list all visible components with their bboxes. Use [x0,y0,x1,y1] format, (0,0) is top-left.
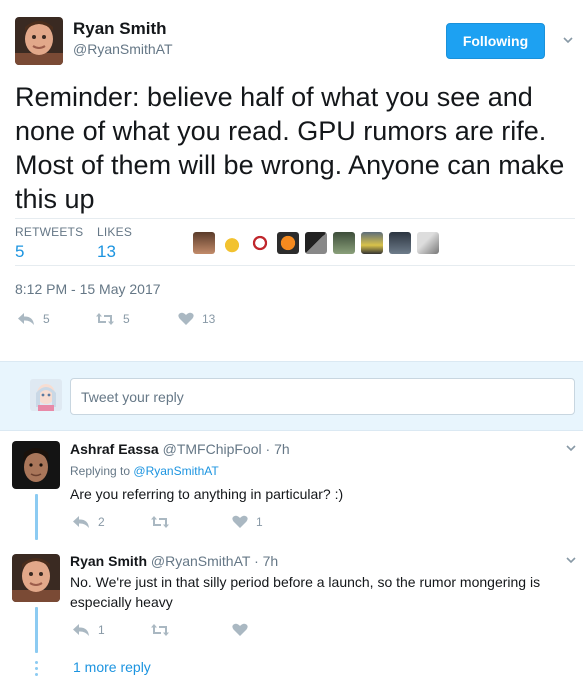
retweet-icon [151,516,169,528]
reply-header: Ashraf Eassa @TMFChipFool · 7h [70,441,290,457]
more-replies-link[interactable]: 1 more reply [73,659,151,675]
heart-icon [232,515,248,528]
tweet-timestamp[interactable]: 8:12 PM - 15 May 2017 [15,281,161,297]
heart-icon [178,312,194,325]
liker-avatar[interactable] [333,232,355,254]
liker-avatar[interactable] [277,232,299,254]
chevron-down-icon[interactable] [566,443,576,453]
likes-stat[interactable]: LIKES 13 [97,225,132,262]
reply-count: 5 [43,312,50,326]
like-count: 13 [202,312,216,326]
retweet-icon [151,624,169,636]
liker-avatars [193,232,439,254]
reply-author-handle[interactable]: @RyanSmithAT [151,553,250,569]
reply-action[interactable]: 5 [17,312,50,326]
like-action[interactable] [232,623,256,637]
author-avatar[interactable] [15,17,63,65]
replying-to: Replying to @RyanSmithAT [70,464,219,478]
author-name[interactable]: Ryan Smith [73,19,167,39]
reply-text: No. We're just in that silly period befo… [70,574,541,610]
reply-composer: Tweet your reply [0,361,583,431]
reply-time[interactable]: · 7h [254,553,278,569]
replying-to-link[interactable]: @RyanSmithAT [133,464,218,478]
reply-header: Ryan Smith @RyanSmithAT · 7h [70,553,278,569]
reply-icon [73,516,89,528]
retweets-count: 5 [15,242,25,261]
retweet-action[interactable] [150,623,178,637]
reply-input[interactable]: Tweet your reply [70,378,575,415]
main-tweet: Ryan Smith @RyanSmithAT Following Remind… [0,0,583,360]
thread-line [35,494,38,540]
reply-time[interactable]: · 7h [266,441,290,457]
like-action[interactable]: 13 [178,312,215,326]
reply-icon [73,624,89,636]
author-handle[interactable]: @RyanSmithAT [73,41,173,57]
chevron-down-icon[interactable] [563,35,573,45]
reply-author-avatar[interactable] [12,441,60,489]
reply-text: Are you referring to anything in particu… [70,486,344,502]
like-count: 1 [256,515,263,529]
liker-avatar[interactable] [193,232,215,254]
reply-action[interactable]: 1 [72,623,105,637]
retweets-label: RETWEETS [15,225,84,239]
reply-author-avatar[interactable] [12,554,60,602]
retweets-stat[interactable]: RETWEETS 5 [15,225,83,262]
tweet-stats: RETWEETS 5 LIKES 13 [15,218,575,266]
retweet-action[interactable] [150,515,178,529]
reply-action[interactable]: 2 [72,515,105,529]
current-user-avatar[interactable] [30,379,62,411]
tweet-text: Reminder: believe half of what you see a… [15,82,565,214]
liker-avatar[interactable] [361,232,383,254]
likes-label: LIKES [97,225,133,239]
retweet-action[interactable]: 5 [95,312,130,326]
reply-author-handle[interactable]: @TMFChipFool [163,441,262,457]
chevron-down-icon[interactable] [566,555,576,565]
reply-count: 2 [98,515,105,529]
thread-dots [35,661,38,679]
retweet-count: 5 [123,312,130,326]
following-button[interactable]: Following [446,23,545,59]
liker-avatar[interactable] [221,232,243,254]
reply-author-name[interactable]: Ryan Smith [70,553,147,569]
retweet-icon [96,313,114,325]
reply-icon [18,313,34,325]
reply-author-name[interactable]: Ashraf Eassa [70,441,159,457]
like-action[interactable]: 1 [232,515,263,529]
heart-icon [232,623,248,636]
liker-avatar[interactable] [417,232,439,254]
liker-avatar[interactable] [305,232,327,254]
liker-avatar[interactable] [249,232,271,254]
thread-line [35,607,38,653]
reply-count: 1 [98,623,105,637]
liker-avatar[interactable] [389,232,411,254]
replying-prefix: Replying to [70,464,131,478]
likes-count: 13 [97,242,116,261]
